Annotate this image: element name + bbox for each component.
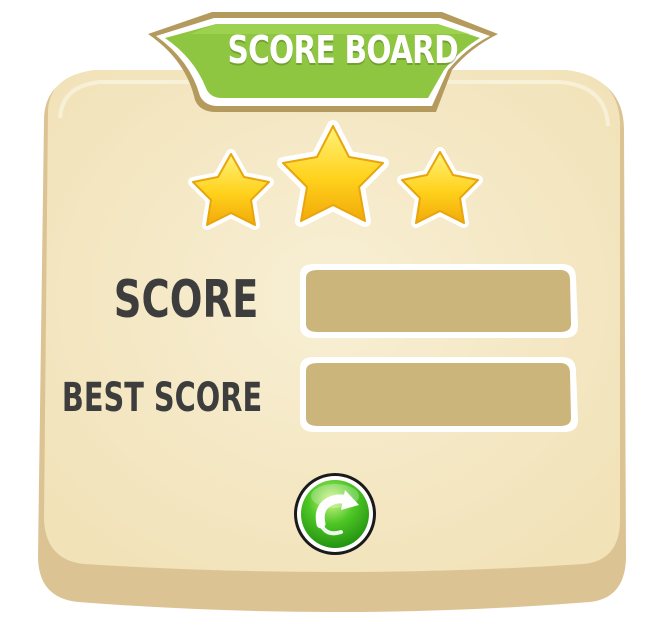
page-title: SCORE BOARD — [227, 28, 459, 72]
score-label: SCORE — [113, 270, 258, 330]
score-board-dialog: SCORE BOARD SCORE BEST SCORE — [0, 0, 668, 630]
restart-button[interactable] — [293, 472, 377, 556]
best-score-label: BEST SCORE — [61, 375, 262, 421]
restart-arrow-icon — [294, 473, 376, 555]
score-value — [305, 268, 570, 330]
best-score-value — [305, 362, 570, 424]
